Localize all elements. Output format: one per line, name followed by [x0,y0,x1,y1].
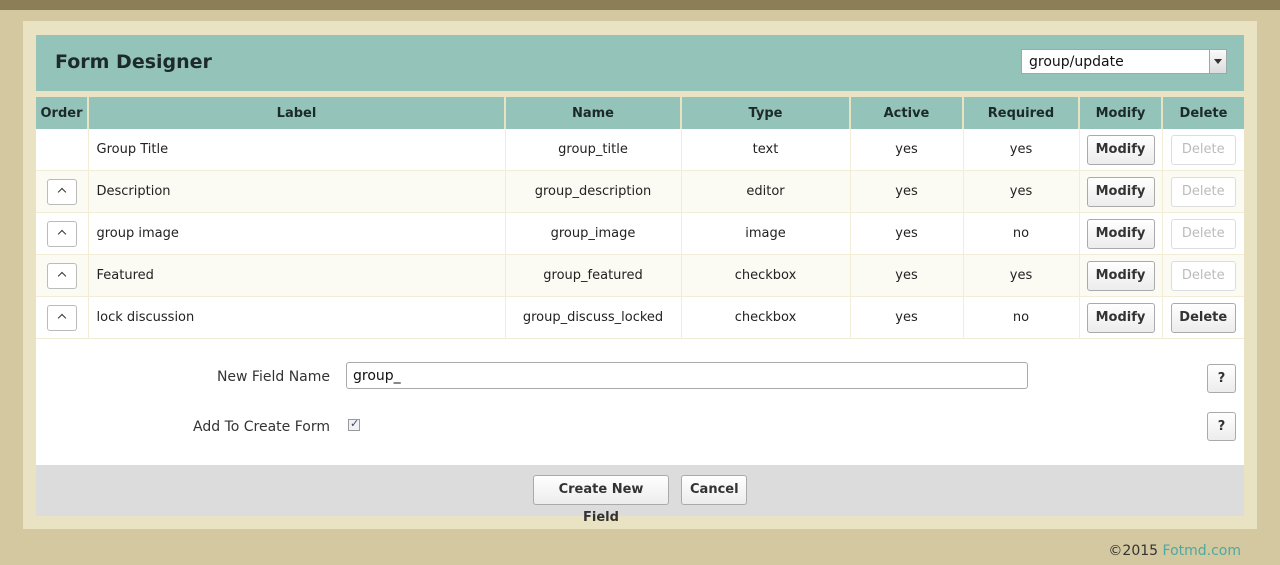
modify-button[interactable]: Modify [1086,176,1155,207]
table-row: group image group_image image yes no Mod… [36,212,1244,255]
modify-button[interactable]: Modify [1086,260,1155,291]
label-cell: group image [87,212,505,255]
active-cell: yes [849,296,963,339]
type-cell: text [680,129,850,171]
active-cell: yes [849,212,963,255]
modify-cell: Modify [1078,296,1162,339]
modify-cell: Modify [1078,129,1162,171]
table-row: Group Title group_title text yes yes Mod… [36,129,1244,171]
chevron-down-icon[interactable] [1209,50,1226,73]
required-cell: yes [962,254,1079,297]
delete-button[interactable]: Delete [1170,302,1236,333]
type-cell: editor [680,170,850,213]
active-cell: yes [849,170,963,213]
label-cell: lock discussion [87,296,505,339]
panel-header: Form Designer group/update [36,35,1244,91]
required-cell: no [962,296,1079,339]
column-header-active: Active [849,97,963,129]
add-to-create-form-label: Add To Create Form [193,419,330,435]
help-button-create-form[interactable]: ? [1207,412,1236,441]
column-header-order: Order [36,97,88,129]
active-cell: yes [849,129,963,171]
page-title: Form Designer [55,51,212,73]
table-row: Description group_description editor yes… [36,170,1244,213]
table-header-row: Order Label Name Type Active Required Mo… [36,97,1244,129]
name-cell: group_title [504,129,681,171]
footer-link[interactable]: Fotmd.com [1163,543,1241,559]
column-header-name: Name [504,97,681,129]
add-to-create-form-checkbox[interactable] [348,417,360,431]
delete-cell: Delete [1161,129,1244,171]
delete-cell: Delete [1161,254,1244,297]
required-cell: yes [962,129,1079,171]
copyright-text: ©2015 [1108,543,1159,559]
column-header-required: Required [962,97,1079,129]
order-cell [36,254,88,297]
label-cell: Group Title [87,129,505,171]
modify-cell: Modify [1078,254,1162,297]
type-cell: checkbox [680,296,850,339]
active-cell: yes [849,254,963,297]
form-select-dropdown[interactable]: group/update [1021,49,1227,74]
new-field-name-label: New Field Name [216,369,330,385]
new-field-name-input[interactable] [346,362,1028,389]
label-cell: Featured [87,254,505,297]
delete-button-disabled: Delete [1170,218,1236,249]
required-cell: no [962,212,1079,255]
move-up-icon[interactable] [46,220,77,247]
help-button-field-name[interactable]: ? [1207,364,1236,393]
fields-table: Order Label Name Type Active Required Mo… [36,97,1244,339]
delete-button-disabled: Delete [1170,260,1236,291]
cancel-button[interactable]: Cancel [681,475,747,505]
delete-button-disabled: Delete [1170,134,1236,165]
modify-cell: Modify [1078,212,1162,255]
name-cell: group_image [504,212,681,255]
column-header-modify: Modify [1078,97,1162,129]
top-band [0,0,1280,10]
column-header-type: Type [680,97,850,129]
column-header-label: Label [87,97,505,129]
delete-cell: Delete [1161,170,1244,213]
modify-button[interactable]: Modify [1086,302,1155,333]
form-designer-panel: Form Designer group/update Order Label N… [36,35,1244,525]
order-cell [36,296,88,339]
move-up-icon[interactable] [46,304,77,331]
order-cell [36,212,88,255]
order-cell [36,170,88,213]
move-up-icon[interactable] [46,262,77,289]
action-bar: Create New Field Cancel [36,465,1244,525]
name-cell: group_discuss_locked [504,296,681,339]
create-new-field-button[interactable]: Create New Field [533,475,669,525]
type-cell: checkbox [680,254,850,297]
name-cell: group_description [504,170,681,213]
table-row: lock discussion group_discuss_locked che… [36,296,1244,339]
form-select-value: group/update [1029,54,1124,70]
delete-button-disabled: Delete [1170,176,1236,207]
type-cell: image [680,212,850,255]
modify-button[interactable]: Modify [1086,134,1155,165]
move-up-icon[interactable] [46,178,77,205]
order-cell [36,129,88,171]
required-cell: yes [962,170,1079,213]
label-cell: Description [87,170,505,213]
column-header-delete: Delete [1161,97,1244,129]
copyright-footer: ©2015 Fotmd.com [1108,543,1241,559]
delete-cell: Delete [1161,212,1244,255]
modify-cell: Modify [1078,170,1162,213]
table-row: Featured group_featured checkbox yes yes… [36,254,1244,297]
delete-cell: Delete [1161,296,1244,339]
name-cell: group_featured [504,254,681,297]
modify-button[interactable]: Modify [1086,218,1155,249]
